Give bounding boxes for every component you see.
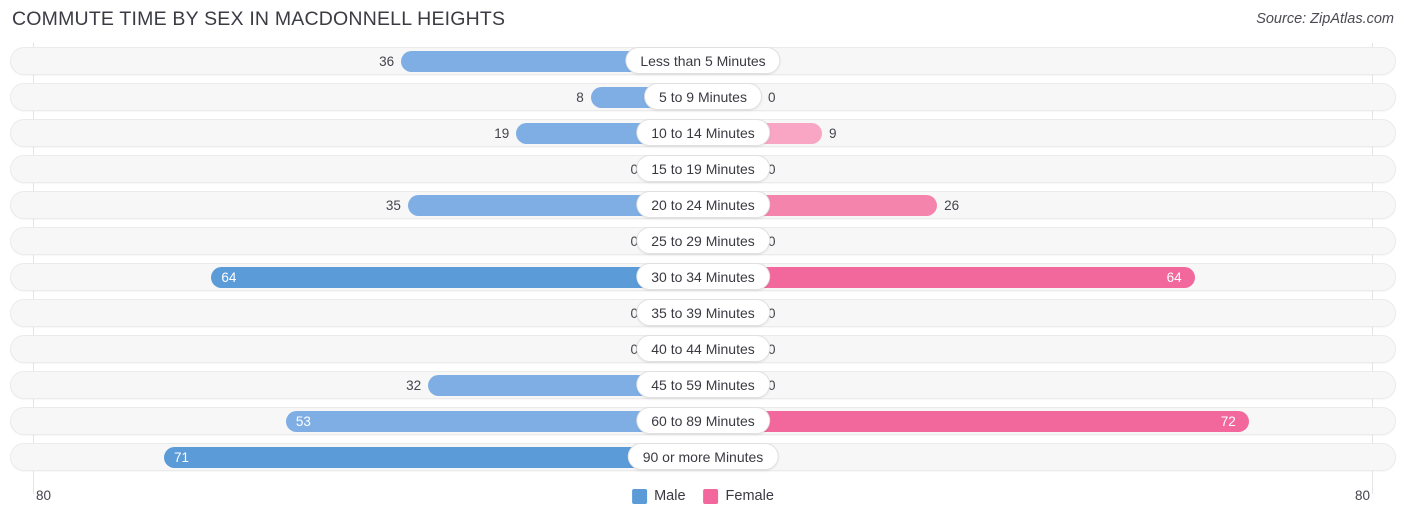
bar-value-female-inside: 72: [1220, 414, 1236, 429]
bar-female[interactable]: [703, 411, 1249, 432]
chart-row: 64 64 30 to 34 Minutes: [0, 259, 1406, 295]
bar-value-male: 35: [385, 198, 401, 213]
chart-row: 53 72 60 to 89 Minutes: [0, 403, 1406, 439]
chart-row: 71090 or more Minutes: [0, 439, 1406, 475]
bar-value-male-inside: 71: [173, 450, 189, 465]
category-label: 15 to 19 Minutes: [636, 155, 770, 182]
chart-row: 35 26 20 to 24 Minutes: [0, 187, 1406, 223]
legend-item-male[interactable]: Male: [632, 488, 686, 504]
chart-row: 32 0 45 to 59 Minutes: [0, 367, 1406, 403]
category-label: 25 to 29 Minutes: [636, 227, 770, 254]
chart-row: 0 0 25 to 29 Minutes: [0, 223, 1406, 259]
chart-row: 19 9 10 to 14 Minutes: [0, 115, 1406, 151]
bar-value-male: 8: [576, 90, 584, 105]
legend-label-female: Female: [725, 488, 774, 504]
category-label: 5 to 9 Minutes: [644, 83, 762, 110]
chart-footer: 80 80 Male Female: [0, 484, 1406, 522]
chart-header: COMMUTE TIME BY SEX IN MACDONNELL HEIGHT…: [0, 0, 1406, 42]
category-label: 40 to 44 Minutes: [636, 335, 770, 362]
category-label: 90 or more Minutes: [627, 443, 779, 470]
chart-row: 360Less than 5 Minutes: [0, 43, 1406, 79]
chart-row: 0 0 35 to 39 Minutes: [0, 295, 1406, 331]
bar-value-male: 36: [379, 54, 395, 69]
chart-row: 0 0 15 to 19 Minutes: [0, 151, 1406, 187]
bar-value-female: 9: [828, 126, 837, 141]
legend-label-male: Male: [654, 488, 686, 504]
bar-value-male-inside: 53: [295, 414, 311, 429]
chart-legend: Male Female: [632, 488, 774, 504]
chart-row: 8 0 5 to 9 Minutes: [0, 79, 1406, 115]
bar-value-female-inside: 64: [1166, 270, 1182, 285]
source-attribution: Source: ZipAtlas.com: [1256, 11, 1394, 27]
category-label: 10 to 14 Minutes: [636, 119, 770, 146]
category-label: 30 to 34 Minutes: [636, 263, 770, 290]
bar-value-female: 26: [944, 198, 960, 213]
category-label: Less than 5 Minutes: [625, 47, 781, 74]
category-label: 20 to 24 Minutes: [636, 191, 770, 218]
bar-female[interactable]: [703, 267, 1195, 288]
chart-plot-area: 360Less than 5 Minutes 8 0 5 to 9 Minutes 19…: [0, 43, 1406, 494]
category-label: 35 to 39 Minutes: [636, 299, 770, 326]
legend-swatch-female-icon: [703, 488, 719, 504]
legend-item-female[interactable]: Female: [703, 488, 774, 504]
category-label: 45 to 59 Minutes: [636, 371, 770, 398]
bar-male[interactable]: [211, 267, 703, 288]
page-title: COMMUTE TIME BY SEX IN MACDONNELL HEIGHT…: [12, 8, 506, 30]
bar-male[interactable]: [163, 447, 703, 468]
bar-value-male: 32: [406, 378, 422, 393]
bar-value-female: 0: [768, 90, 776, 105]
category-label: 60 to 89 Minutes: [636, 407, 770, 434]
bar-value-male: 19: [494, 126, 510, 141]
bar-value-male-inside: 64: [221, 270, 237, 285]
axis-label-right: 80: [1354, 488, 1370, 503]
legend-swatch-male-icon: [632, 488, 648, 504]
axis-label-left: 80: [36, 488, 52, 503]
chart-row: 0 0 40 to 44 Minutes: [0, 331, 1406, 367]
